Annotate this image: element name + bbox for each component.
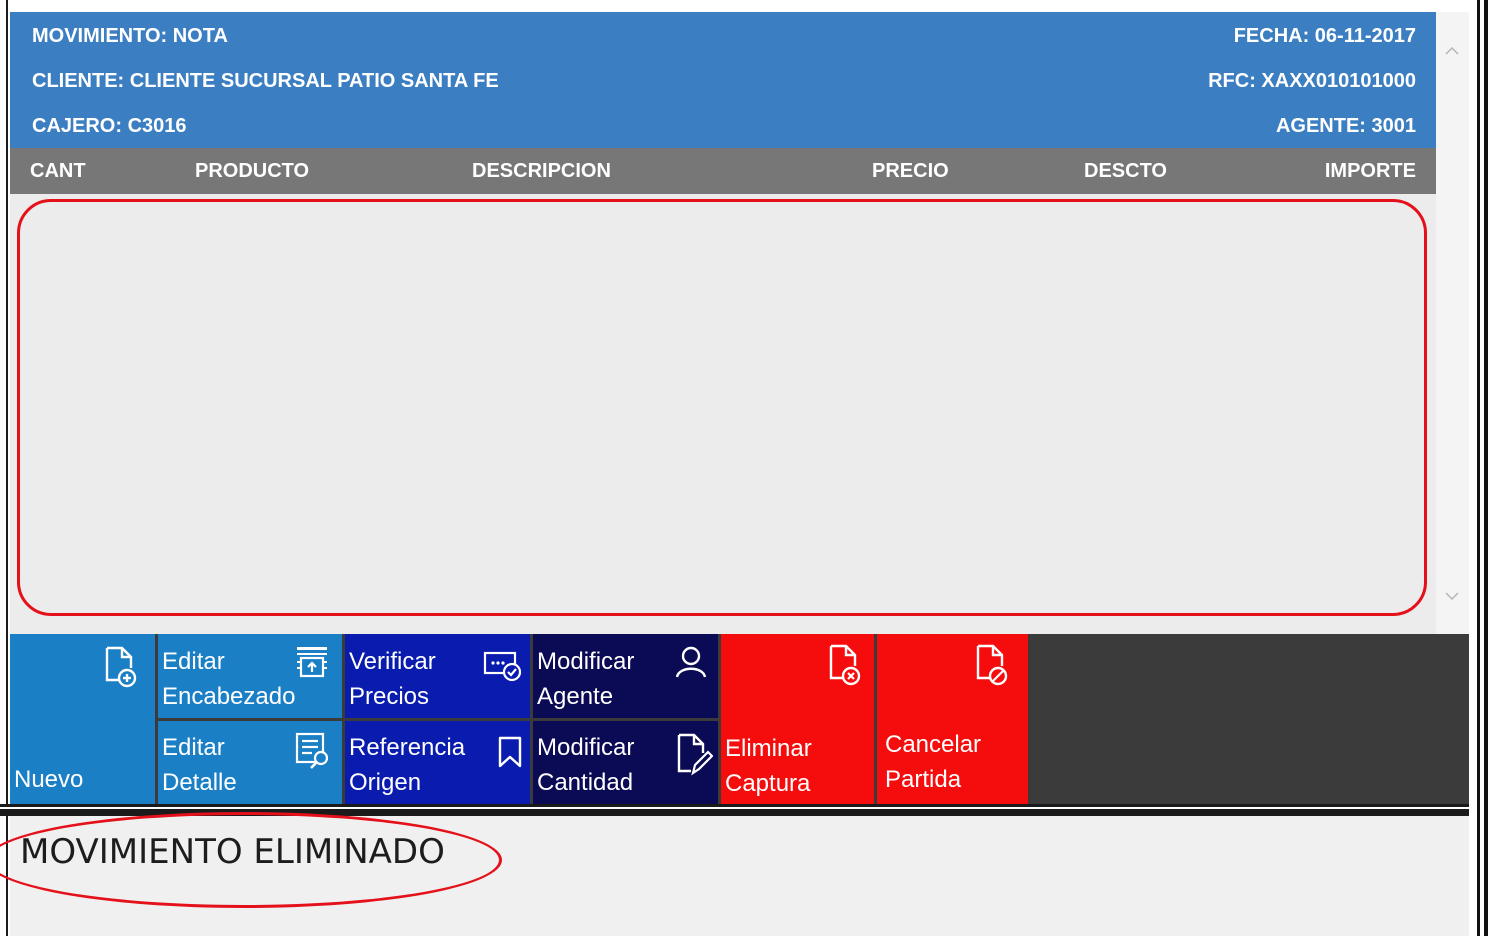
referencia-origen-label-2: Origen (349, 769, 422, 796)
editar-detalle-label-2: Detalle (162, 769, 237, 796)
cancelar-partida-label-2: Partida (885, 766, 962, 793)
status-message: MOVIMIENTO ELIMINADO (20, 832, 445, 872)
scroll-down-icon[interactable] (1445, 589, 1459, 603)
eliminar-captura-label-1: Eliminar (725, 735, 812, 762)
document-header: MOVIMIENTO: NOTA FECHA: 06-11-2017 CLIEN… (10, 12, 1436, 148)
line-items-list[interactable] (10, 194, 1436, 634)
window-left-border (0, 0, 8, 936)
column-descto[interactable]: DESCTO (1084, 148, 1167, 194)
action-toolbar: Nuevo Editar Encabezado Editar Detalle V… (10, 634, 1469, 804)
modificar-agente-button[interactable]: Modificar Agente (533, 634, 718, 718)
list-search-icon (295, 732, 329, 769)
price-check-icon (483, 651, 522, 682)
rfc-label: RFC: XAXX010101000 (1208, 70, 1416, 92)
cliente-label: CLIENTE: CLIENTE SUCURSAL PATIO SANTA FE (32, 70, 499, 92)
document-delete-icon (829, 644, 861, 686)
column-importe[interactable]: IMPORTE (1325, 148, 1416, 194)
column-header-bar: CANT PRODUCTO DESCRIPCION PRECIO DESCTO … (10, 148, 1436, 194)
document-add-icon (105, 646, 137, 688)
cancelar-partida-label-1: Cancelar (885, 731, 982, 758)
movimiento-label: MOVIMIENTO: NOTA (32, 25, 228, 47)
column-precio[interactable]: PRECIO (872, 148, 949, 194)
column-cant[interactable]: CANT (30, 148, 86, 194)
document-block-icon (976, 644, 1008, 686)
column-producto[interactable]: PRODUCTO (195, 148, 309, 194)
editar-encabezado-label-2: Encabezado (162, 683, 296, 710)
editar-encabezado-label-1: Editar (162, 648, 225, 675)
editar-detalle-label-1: Editar (162, 734, 225, 761)
eliminar-captura-button[interactable]: Eliminar Captura (721, 634, 874, 804)
editar-detalle-button[interactable]: Editar Detalle (158, 721, 342, 804)
nuevo-button[interactable]: Nuevo (10, 634, 155, 804)
editar-encabezado-button[interactable]: Editar Encabezado (158, 634, 342, 718)
window-right-border (1469, 0, 1491, 936)
verificar-precios-label-1: Verificar (349, 648, 436, 675)
header-edit-icon (297, 647, 327, 678)
status-panel: MOVIMIENTO ELIMINADO (10, 816, 1469, 936)
bookmark-icon (498, 736, 522, 768)
referencia-origen-button[interactable]: Referencia Origen (345, 721, 530, 804)
modificar-cantidad-label-1: Modificar (537, 734, 635, 761)
verificar-precios-button[interactable]: Verificar Precios (345, 634, 530, 718)
cancelar-partida-button[interactable]: Cancelar Partida (877, 634, 1028, 804)
verificar-precios-label-2: Precios (349, 683, 430, 710)
agente-label: AGENTE: 3001 (1275, 115, 1416, 137)
eliminar-captura-label-2: Captura (725, 770, 811, 797)
vertical-scrollbar[interactable] (1436, 12, 1469, 634)
modificar-cantidad-label-2: Cantidad (537, 769, 634, 796)
window-top-border (0, 0, 1491, 12)
modificar-agente-label-1: Modificar (537, 648, 635, 675)
nuevo-label: Nuevo (14, 766, 84, 793)
document-edit-icon (677, 733, 713, 776)
scroll-up-icon[interactable] (1445, 44, 1459, 58)
column-descripcion[interactable]: DESCRIPCION (472, 148, 611, 194)
referencia-origen-label-1: Referencia (349, 734, 466, 761)
status-divider (0, 804, 1469, 816)
fecha-label: FECHA: 06-11-2017 (1233, 25, 1416, 47)
modificar-cantidad-button[interactable]: Modificar Cantidad (533, 721, 718, 804)
modificar-agente-label-2: Agente (537, 683, 614, 710)
cajero-label: CAJERO: C3016 (32, 115, 187, 137)
person-icon (675, 646, 707, 678)
